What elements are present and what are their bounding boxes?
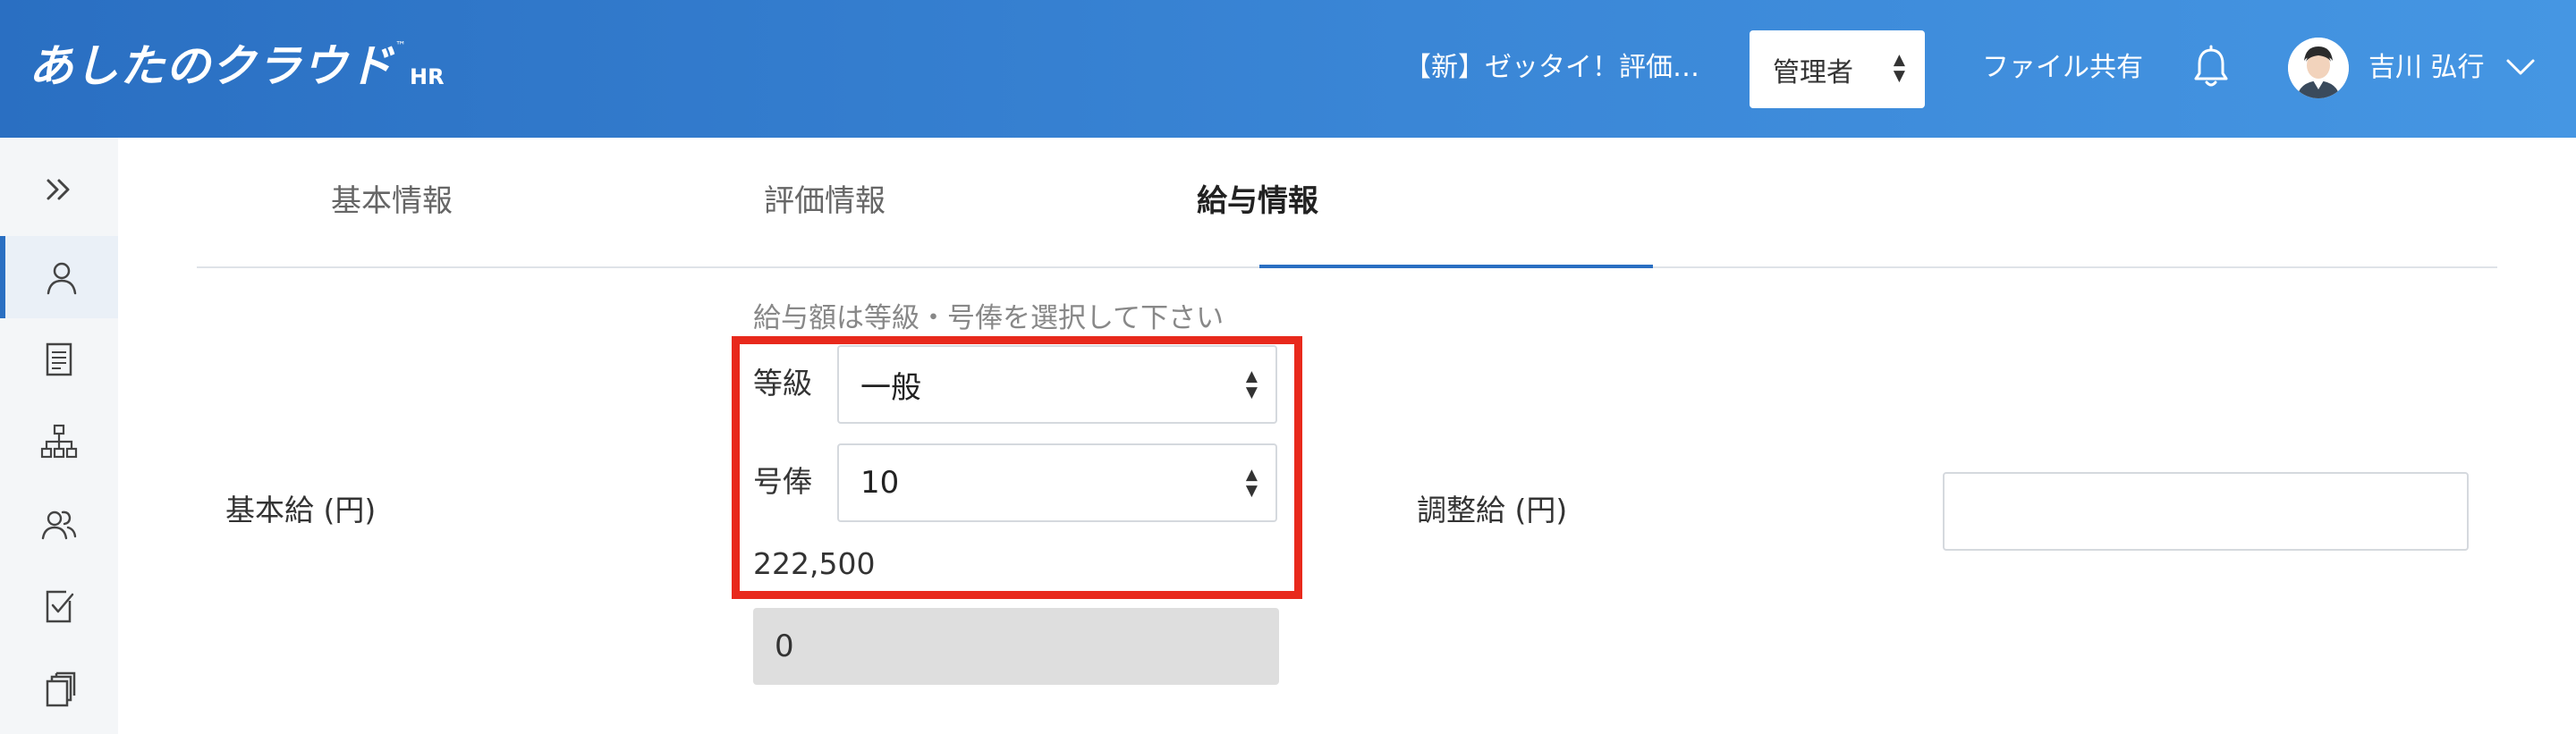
sidebar-item-documents[interactable]: [0, 318, 118, 401]
file-share-link[interactable]: ファイル共有: [1982, 46, 2143, 89]
sidebar-item-tasks[interactable]: [0, 565, 118, 647]
base-salary-amount: 222,500: [753, 546, 876, 581]
sidebar-item-members[interactable]: [0, 483, 118, 565]
salary-hint: 給与額は等級・号俸を選択して下さい: [753, 302, 1224, 334]
logo-trademark: ™: [395, 39, 406, 52]
adjustment-salary-input[interactable]: [1943, 472, 2469, 551]
document-icon: [46, 342, 72, 376]
avatar[interactable]: [2288, 38, 2349, 98]
app-logo[interactable]: あしたのクラウド ™ HR: [29, 39, 445, 93]
active-tab-indicator: [1259, 265, 1653, 268]
grade-select[interactable]: 一般 ▲ ▼: [837, 345, 1277, 424]
bell-icon[interactable]: [2191, 45, 2231, 91]
user-name[interactable]: 吉川 弘行: [2368, 46, 2485, 89]
sidebar-item-profile[interactable]: [0, 236, 118, 318]
grade-select-value: 一般: [860, 369, 921, 406]
tab-bar: 基本情報 評価情報 給与情報: [197, 138, 2497, 268]
readonly-salary-field: 0: [753, 608, 1279, 685]
org-chart-icon: [40, 424, 78, 459]
tab-basic-info[interactable]: 基本情報: [331, 179, 453, 224]
sidebar: [0, 138, 118, 734]
step-label: 号俸: [753, 464, 812, 499]
step-select-value: 10: [860, 465, 900, 501]
role-select-value: 管理者: [1773, 56, 1853, 89]
updown-caret-icon: ▲ ▼: [1245, 367, 1258, 401]
double-chevron-right-icon: [47, 179, 70, 200]
top-header: あしたのクラウド ™ HR 【新】ゼッタイ！評価… 管理者 ▲ ▼ ファイル共有 …: [0, 0, 2576, 138]
tab-salary-info[interactable]: 給与情報: [1197, 179, 1318, 224]
logo-text: あしたのクラウド: [29, 40, 394, 92]
people-icon: [41, 510, 77, 540]
readonly-salary-value: 0: [775, 629, 794, 664]
sidebar-item-organization[interactable]: [0, 401, 118, 483]
updown-caret-icon: ▲ ▼: [1245, 466, 1258, 500]
sidebar-item-copies[interactable]: [0, 647, 118, 730]
base-salary-label: 基本給 (円): [225, 493, 377, 527]
grade-label: 等級: [753, 366, 812, 401]
logo-suffix: HR: [410, 64, 445, 89]
person-icon: [47, 262, 77, 295]
chevron-down-icon[interactable]: [2504, 54, 2537, 80]
updown-caret-icon: ▲ ▼: [1893, 51, 1905, 85]
copy-icon: [46, 671, 76, 707]
role-select[interactable]: 管理者 ▲ ▼: [1750, 30, 1925, 108]
adjustment-salary-label: 調整給 (円): [1417, 493, 1568, 527]
tab-evaluation-info[interactable]: 評価情報: [764, 179, 886, 224]
sidebar-expand-button[interactable]: [0, 148, 118, 231]
evaluation-title[interactable]: 【新】ゼッタイ！評価…: [1404, 46, 1699, 89]
checklist-icon: [46, 590, 74, 623]
step-select[interactable]: 10 ▲ ▼: [837, 443, 1277, 522]
